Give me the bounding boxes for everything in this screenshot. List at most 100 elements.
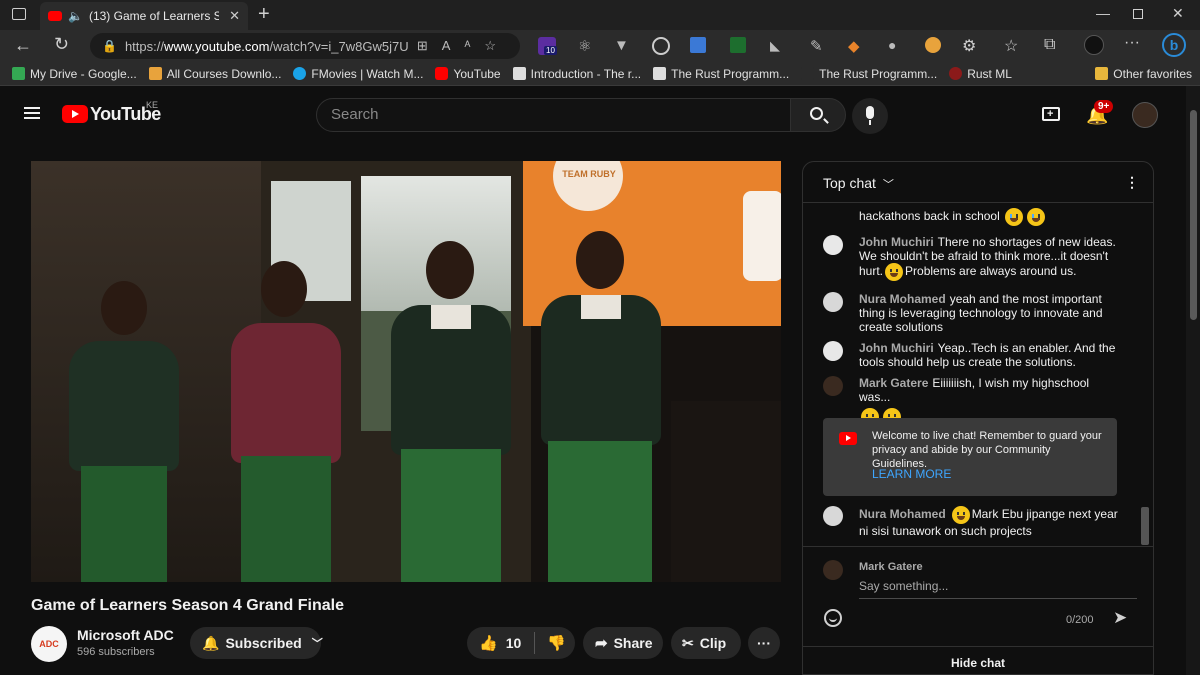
restore-icon[interactable] bbox=[1133, 9, 1143, 19]
smiley-emoji-icon bbox=[885, 263, 904, 281]
page-scrollbar-thumb[interactable] bbox=[1190, 110, 1197, 320]
refresh-icon[interactable]: ↻ bbox=[54, 34, 69, 55]
rust-ml-icon bbox=[949, 67, 963, 80]
bookmark-item[interactable]: Rust ML bbox=[949, 67, 1012, 81]
bing-icon[interactable]: b bbox=[1162, 33, 1186, 57]
chat-author[interactable]: Nura Mohamed bbox=[859, 507, 946, 521]
minimize-icon[interactable]: — bbox=[1096, 5, 1110, 21]
bookmark-item[interactable]: Introduction - The r... bbox=[512, 66, 642, 81]
bookmark-item[interactable]: The Rust Programm... bbox=[653, 67, 789, 81]
profile-icon[interactable] bbox=[1084, 35, 1104, 55]
book-icon bbox=[512, 67, 526, 80]
hat-extension-icon[interactable]: ◣ bbox=[770, 38, 780, 54]
chat-avatar[interactable] bbox=[823, 506, 843, 526]
youtube-header: YouTube KE Search + 🔔 9+ bbox=[0, 86, 1186, 142]
translate-icon[interactable] bbox=[690, 37, 706, 53]
clip-button[interactable]: ✂ Clip bbox=[671, 627, 741, 659]
pen-extension-icon[interactable]: ✎ bbox=[810, 37, 823, 55]
chat-divider bbox=[803, 646, 1153, 647]
vue-devtools-icon[interactable]: ▼ bbox=[614, 37, 629, 54]
region-code: KE bbox=[146, 100, 159, 110]
browser-tab[interactable]: 🔈 (13) Game of Learners Seas ✕ bbox=[40, 2, 248, 30]
favorites-icon[interactable]: ☆ bbox=[1004, 36, 1018, 56]
more-actions-button[interactable]: ··· bbox=[748, 627, 780, 659]
speaker-icon[interactable]: 🔈 bbox=[68, 9, 83, 23]
like-count[interactable]: 10 bbox=[506, 635, 522, 651]
like-icon[interactable]: 👍 bbox=[479, 634, 498, 652]
top-chat-dropdown[interactable]: Top chat ﹀ bbox=[823, 175, 894, 192]
hide-chat-button[interactable]: Hide chat bbox=[803, 656, 1153, 670]
address-bar-actions[interactable]: ⊞Aᴬ☆ bbox=[417, 38, 510, 54]
welcome-card: Welcome to live chat! Remember to guard … bbox=[823, 418, 1117, 496]
search-button[interactable] bbox=[790, 98, 846, 132]
bookmark-item[interactable]: All Courses Downlo... bbox=[148, 66, 282, 81]
extensions-icon[interactable]: ⚙ bbox=[962, 36, 976, 56]
react-devtools-icon[interactable]: ⚛ bbox=[578, 37, 591, 55]
close-tab-icon[interactable]: ✕ bbox=[229, 8, 240, 24]
bookmark-item[interactable]: YouTube bbox=[435, 67, 501, 81]
subscriber-count: 596 subscribers bbox=[77, 646, 155, 658]
chat-avatar[interactable] bbox=[823, 235, 843, 255]
chat-author[interactable]: Mark Gatere bbox=[859, 376, 928, 390]
dislike-icon[interactable]: 👎 bbox=[547, 634, 566, 652]
bookmark-item[interactable]: My Drive - Google... bbox=[12, 67, 137, 81]
clock-extension-icon[interactable] bbox=[925, 37, 941, 53]
new-tab-icon[interactable]: + bbox=[258, 3, 270, 26]
bookmark-label: The Rust Programm... bbox=[671, 66, 790, 81]
bulb-extension-icon[interactable]: ● bbox=[888, 37, 896, 53]
subscribed-label: Subscribed bbox=[225, 635, 302, 651]
chat-avatar[interactable] bbox=[823, 376, 843, 396]
bookmark-item[interactable]: FMovies | Watch M... bbox=[293, 67, 423, 81]
channel-name[interactable]: Microsoft ADC bbox=[77, 627, 174, 643]
chat-avatar[interactable] bbox=[823, 292, 843, 312]
subscribed-button[interactable]: 🔔 Subscribed ﹀ bbox=[190, 627, 323, 659]
tab-actions-icon[interactable] bbox=[12, 8, 26, 20]
channel-avatar[interactable]: ADC bbox=[31, 626, 67, 662]
sheets-extension-icon[interactable] bbox=[730, 37, 746, 53]
bookmark-label: The Rust Programm... bbox=[819, 66, 938, 81]
voice-search-button[interactable] bbox=[852, 98, 888, 134]
redux-devtools-icon[interactable] bbox=[652, 37, 670, 55]
page-scrollbar[interactable] bbox=[1186, 86, 1200, 675]
chat-message-input[interactable]: Say something... bbox=[859, 579, 1137, 599]
lock-icon[interactable]: 🔒 bbox=[102, 39, 117, 53]
bookmark-label: My Drive - Google... bbox=[30, 66, 137, 81]
bookmark-item[interactable]: The Rust Programm... bbox=[801, 67, 937, 81]
back-icon[interactable]: ← bbox=[14, 35, 32, 56]
chat-author[interactable]: Nura Mohamed bbox=[859, 292, 946, 306]
video-frame-chair bbox=[671, 401, 781, 582]
search-input[interactable]: Search bbox=[316, 98, 791, 132]
like-divider bbox=[534, 632, 536, 654]
emoji-picker-icon[interactable] bbox=[824, 609, 842, 627]
chat-message: Nura Mohamed yeah and the most important … bbox=[823, 292, 1123, 334]
youtube-logo-icon[interactable] bbox=[62, 105, 88, 123]
chat-message-text: hackathons back in school bbox=[859, 209, 1000, 224]
like-dislike-group: 👍 10 👎 bbox=[467, 627, 575, 659]
close-window-icon[interactable]: ✕ bbox=[1172, 5, 1184, 22]
user-avatar[interactable] bbox=[1132, 102, 1158, 128]
learn-more-link[interactable]: LEARN MORE bbox=[872, 467, 951, 481]
metamask-icon[interactable]: ◆ bbox=[848, 37, 860, 55]
chat-message: hackathons back in school bbox=[823, 208, 1123, 226]
address-bar[interactable]: 🔒 https://www.youtube.com/watch?v=i_7w8G… bbox=[90, 33, 520, 59]
hamburger-menu-icon[interactable] bbox=[24, 107, 40, 109]
video-player[interactable]: TEAM RUBY bbox=[31, 161, 781, 582]
send-icon[interactable]: ➤ bbox=[1113, 608, 1127, 628]
create-video-icon[interactable]: + bbox=[1042, 107, 1060, 121]
bookmark-label: All Courses Downlo... bbox=[166, 66, 282, 81]
youtube-icon bbox=[435, 67, 449, 80]
welcome-text: Welcome to live chat! Remember to guard … bbox=[872, 430, 1102, 470]
chat-avatar[interactable] bbox=[823, 341, 843, 361]
share-button[interactable]: ➦ Share bbox=[583, 627, 663, 659]
chat-author[interactable]: John Muchiri bbox=[859, 341, 934, 355]
bookmark-label: Introduction - The r... bbox=[530, 66, 642, 81]
other-favorites[interactable]: Other favorites bbox=[1095, 67, 1192, 81]
chat-scrollbar-thumb[interactable] bbox=[1141, 507, 1149, 545]
chevron-down-icon: ﹀ bbox=[882, 179, 894, 191]
banner-text: TEAM RUBY bbox=[562, 169, 616, 179]
browser-tab-bar: 🔈 (13) Game of Learners Seas ✕ + — ✕ bbox=[0, 0, 1200, 30]
more-menu-icon[interactable]: ··· bbox=[1124, 34, 1140, 52]
chat-menu-icon[interactable]: ⋮ bbox=[1125, 174, 1139, 191]
collections-icon[interactable]: ⧉ bbox=[1044, 36, 1055, 54]
chat-author[interactable]: John Muchiri bbox=[859, 235, 934, 249]
